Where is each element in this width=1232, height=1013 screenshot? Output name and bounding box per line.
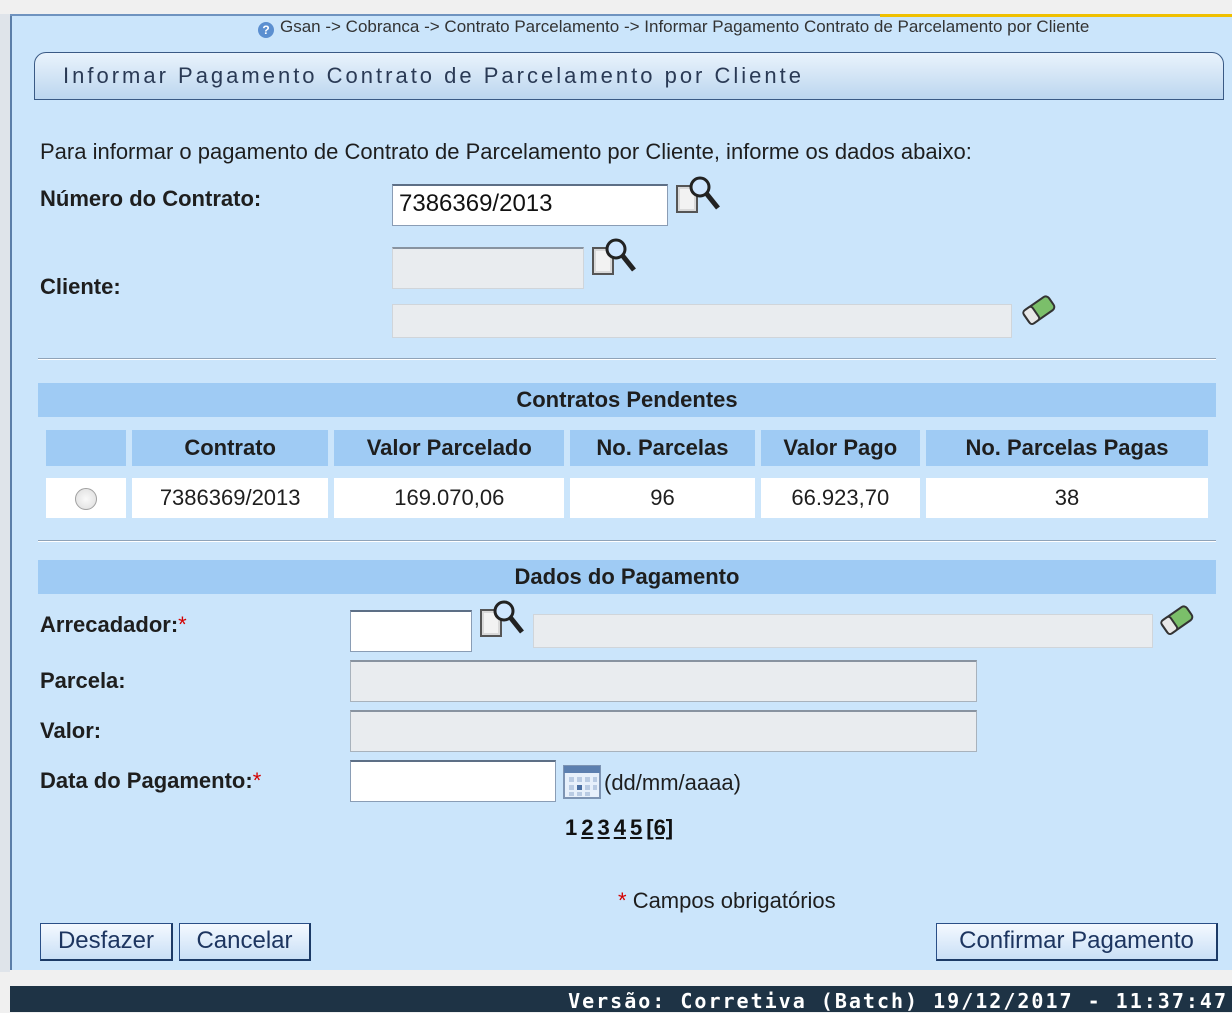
- footer-gap: [10, 970, 1232, 986]
- help-icon[interactable]: ?: [258, 22, 274, 38]
- data-pagamento-label: Data do Pagamento:*: [40, 768, 261, 794]
- cell-valor-parcelado: 169.070,06: [334, 478, 565, 518]
- date-format-hint: (dd/mm/aaaa): [604, 770, 741, 795]
- parcela-field: [350, 660, 977, 702]
- data-pagamento-label-text: Data do Pagamento:: [40, 768, 253, 793]
- cliente-label: Cliente:: [40, 274, 121, 299]
- page-link-5[interactable]: 5: [630, 815, 642, 840]
- divider-2: [38, 540, 1216, 542]
- required-marker: *: [178, 612, 187, 637]
- page-title: Informar Pagamento Contrato de Parcelame…: [63, 63, 804, 88]
- data-pagamento-input[interactable]: [350, 760, 556, 802]
- cliente-nome-field: [392, 304, 1012, 338]
- cell-no-parcelas: 96: [570, 478, 755, 518]
- select-column-header: [46, 430, 126, 466]
- top-border: [10, 14, 880, 16]
- arrecadador-label-text: Arrecadador:: [40, 612, 179, 637]
- arrecadador-nome-field: [533, 614, 1153, 648]
- arrecadador-input[interactable]: [350, 610, 472, 652]
- cell-contrato: 7386369/2013: [132, 478, 329, 518]
- row-select-cell: [46, 478, 126, 518]
- column-header-contrato: Contrato: [132, 430, 329, 466]
- required-fields-text: Campos obrigatórios: [632, 888, 836, 913]
- confirmar-pagamento-button[interactable]: Confirmar Pagamento: [936, 923, 1218, 961]
- search-cliente-icon[interactable]: [591, 236, 637, 278]
- required-fields-note: * Campos obrigatórios: [618, 888, 836, 914]
- eraser-cliente-icon[interactable]: [1018, 290, 1060, 330]
- page-current: 1: [565, 815, 578, 840]
- footer-bar: Versão: Corretiva (Batch) 19/12/2017 - 1…: [10, 986, 1232, 1013]
- column-header-no-parcelas: No. Parcelas: [570, 430, 755, 466]
- desfazer-button[interactable]: Desfazer: [40, 923, 173, 961]
- app-frame: ? Gsan -> Cobranca -> Contrato Parcelamen…: [0, 0, 1232, 1013]
- page-title-box: Informar Pagamento Contrato de Parcelame…: [34, 52, 1224, 100]
- cell-no-parcelas-pagas: 38: [925, 478, 1208, 518]
- valor-label: Valor:: [40, 718, 102, 743]
- search-arrecadador-icon[interactable]: [479, 598, 525, 640]
- dados-pagamento-header: Dados do Pagamento: [38, 560, 1216, 594]
- calendar-icon[interactable]: [562, 764, 602, 800]
- cell-valor-pago: 66.923,70: [760, 478, 920, 518]
- divider-1: [38, 358, 1216, 360]
- cancelar-button[interactable]: Cancelar: [179, 923, 311, 961]
- pagination: 1 2 3 4 5 [6]: [565, 815, 673, 841]
- parcela-label: Parcela:: [40, 668, 126, 693]
- numero-contrato-label: Número do Contrato:: [40, 186, 262, 211]
- column-header-valor-pago: Valor Pago: [760, 430, 920, 466]
- breadcrumb-text: Gsan -> Cobranca -> Contrato Parcelament…: [280, 17, 1090, 36]
- page-link-6[interactable]: [6]: [646, 815, 673, 840]
- table-row[interactable]: 7386369/2013 169.070,06 96 66.923,70 38: [46, 478, 1208, 518]
- version-text: Versão: Corretiva (Batch) 19/12/2017 - 1…: [568, 989, 1228, 1013]
- page-link-4[interactable]: 4: [614, 815, 626, 840]
- required-marker: *: [252, 768, 262, 793]
- eraser-arrecadador-icon[interactable]: [1156, 600, 1198, 640]
- contratos-pendentes-header: Contratos Pendentes: [38, 383, 1216, 417]
- contratos-pendentes-table: Contrato Valor Parcelado No. Parcelas Va…: [40, 430, 1214, 518]
- search-contrato-icon[interactable]: [675, 174, 721, 216]
- cliente-codigo-input[interactable]: [392, 247, 584, 289]
- valor-field: [350, 710, 977, 752]
- row-select-radio[interactable]: [75, 488, 97, 511]
- numero-contrato-input[interactable]: 7386369/2013: [392, 184, 668, 226]
- arrecadador-label: Arrecadador:*: [40, 612, 187, 638]
- page-link-2[interactable]: 2: [581, 815, 593, 840]
- breadcrumb: ? Gsan -> Cobranca -> Contrato Parcelamen…: [258, 17, 1089, 38]
- instructions-text: Para informar o pagamento de Contrato de…: [40, 139, 972, 164]
- column-header-valor-parcelado: Valor Parcelado: [334, 430, 565, 466]
- column-header-no-parcelas-pagas: No. Parcelas Pagas: [925, 430, 1208, 466]
- page-link-3[interactable]: 3: [598, 815, 610, 840]
- required-marker: *: [618, 888, 627, 913]
